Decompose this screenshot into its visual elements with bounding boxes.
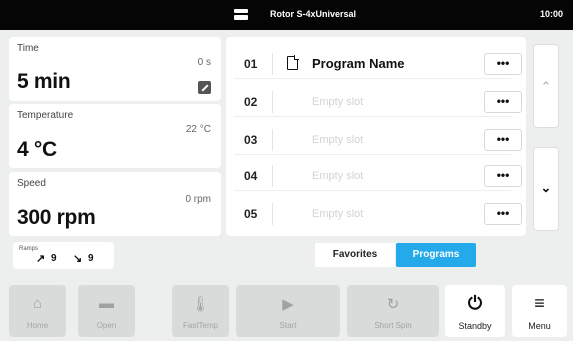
program-name: Empty slot [312, 170, 364, 182]
time-value: 5 min [17, 70, 71, 93]
ramps-button[interactable]: Ramps ↗ 9 ↘ 9 [13, 242, 114, 269]
temperature-value: 4 °C [17, 138, 57, 161]
time-label: Time [17, 43, 39, 54]
menu-label: Menu [528, 321, 551, 331]
speed-card[interactable]: Speed 0 rpm 300 rpm [9, 172, 221, 236]
time-actual: 0 s [197, 57, 211, 68]
lid-open-icon: ▬ [99, 295, 114, 312]
ramp-up-value: 9 [51, 253, 57, 264]
home-button[interactable]: ⌂ Home [9, 285, 66, 337]
refresh-icon: ↻ [386, 296, 400, 313]
standby-label: Standby [458, 321, 492, 331]
more-options-button[interactable]: ••• [484, 165, 522, 187]
program-row[interactable]: 03 Empty slot ••• [226, 125, 522, 155]
power-icon: ⏻ [467, 293, 483, 313]
chevron-down-icon: ⌄ [540, 180, 552, 195]
temperature-actual: 22 °C [185, 124, 211, 135]
menu-icon: ≡ [534, 293, 545, 313]
program-number: 04 [244, 169, 258, 183]
thermometer-icon: 🌡 [190, 296, 211, 313]
program-row[interactable]: 05 Empty slot ••• [226, 199, 522, 229]
program-number: 01 [244, 57, 258, 71]
program-number: 02 [244, 95, 258, 109]
speed-actual: 0 rpm [185, 194, 211, 205]
standby-button[interactable]: ⏻ Standby [445, 285, 505, 337]
temperature-label: Temperature [17, 110, 74, 121]
row-divider [234, 190, 511, 191]
scroll-down-button[interactable]: ⌄ [533, 147, 559, 231]
short-spin-button[interactable]: ↻ Short Spin [347, 285, 439, 337]
home-label: Home [26, 321, 49, 330]
scroll-up-button[interactable]: ⌃ [533, 44, 559, 128]
time-card[interactable]: Time 0 s 5 min [9, 37, 221, 101]
menu-button[interactable]: ≡ Menu [512, 285, 567, 337]
temperature-card[interactable]: Temperature 22 °C 4 °C [9, 104, 221, 168]
fasttemp-label: FastTemp [182, 321, 219, 330]
row-divider [234, 78, 511, 79]
program-row[interactable]: 04 Empty slot ••• [226, 161, 522, 191]
more-options-button[interactable]: ••• [484, 129, 522, 151]
home-icon: ⌂ [32, 295, 43, 312]
program-number: 03 [244, 133, 258, 147]
program-name: Program Name [312, 56, 405, 71]
program-row[interactable]: 01 Program Name ••• [226, 49, 522, 79]
open-label: Open [96, 321, 117, 330]
rotor-icon [234, 9, 248, 21]
chevron-up-icon: ⌃ [540, 79, 552, 94]
program-row[interactable]: 02 Empty slot ••• [226, 87, 522, 117]
row-divider [234, 154, 511, 155]
program-name: Empty slot [312, 96, 364, 108]
tab-favorites[interactable]: Favorites [315, 243, 395, 267]
program-name: Empty slot [312, 208, 364, 220]
ramp-down-value: 9 [88, 253, 94, 264]
speed-label: Speed [17, 178, 46, 189]
open-button[interactable]: ▬ Open [78, 285, 135, 337]
document-icon [287, 55, 299, 70]
edit-icon[interactable] [198, 81, 211, 94]
clock: 10:00 [539, 9, 563, 19]
more-options-button[interactable]: ••• [484, 53, 522, 75]
start-label: Start [279, 321, 297, 330]
more-options-button[interactable]: ••• [484, 203, 522, 225]
ramp-down-icon: ↘ [73, 253, 83, 265]
row-separator [272, 53, 273, 75]
status-bar: Rotor S-4xUniversal 10:00 [0, 0, 573, 30]
row-separator [272, 165, 273, 187]
short-spin-label: Short Spin [374, 321, 412, 330]
ramp-up-icon: ↗ [36, 253, 46, 265]
start-button[interactable]: ▶ Start [236, 285, 340, 337]
speed-value: 300 rpm [17, 206, 96, 229]
row-separator [272, 129, 273, 151]
row-separator [272, 91, 273, 113]
row-separator [272, 203, 273, 225]
play-icon: ▶ [282, 296, 294, 313]
fasttemp-button[interactable]: 🌡 FastTemp [172, 285, 229, 337]
more-options-button[interactable]: ••• [484, 91, 522, 113]
row-divider [234, 116, 511, 117]
tab-programs[interactable]: Programs [396, 243, 476, 267]
rotor-title: Rotor S-4xUniversal [270, 9, 357, 19]
program-number: 05 [244, 207, 258, 221]
program-name: Empty slot [312, 134, 364, 146]
program-list: 01 Program Name ••• 02 Empty slot ••• 03… [226, 37, 526, 236]
